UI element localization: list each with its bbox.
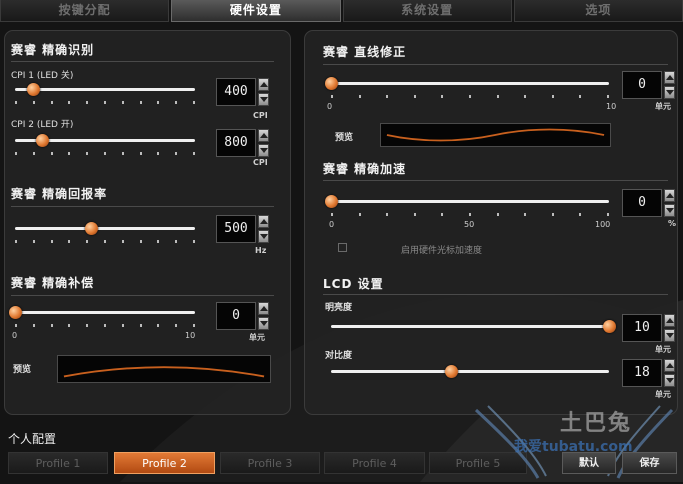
cpi1-down-arrow-icon[interactable]: [258, 93, 269, 106]
compensation-preview-label: 预览: [13, 365, 32, 375]
compensation-value[interactable]: 0: [216, 302, 256, 330]
contrast-value[interactable]: 18: [622, 359, 662, 387]
report-rate-unit: Hz: [255, 246, 267, 255]
straightening-section-title: 赛睿 直线修正: [323, 45, 407, 59]
brightness-value[interactable]: 10: [622, 314, 662, 342]
report-rate-section-title: 赛睿 精确回报率: [11, 187, 108, 201]
acceleration-value[interactable]: 0: [622, 189, 662, 217]
contrast-label: 对比度: [325, 351, 353, 361]
divider: [11, 61, 274, 62]
compensation-min: 0: [12, 331, 18, 340]
report-rate-down-arrow-icon[interactable]: [258, 230, 269, 243]
profile-3-button[interactable]: Profile 3: [220, 452, 320, 474]
cpi1-slider-knob[interactable]: [27, 83, 40, 96]
acceleration-slider-knob[interactable]: [325, 195, 338, 208]
acceleration-unit: %: [668, 219, 677, 228]
acceleration-section-title: 赛睿 精确加速: [323, 162, 407, 176]
divider: [323, 294, 668, 295]
cpi1-slider[interactable]: [15, 82, 195, 104]
divider: [323, 180, 668, 181]
acceleration-down-arrow-icon[interactable]: [664, 204, 675, 217]
tab-system-settings[interactable]: 系统设置: [342, 0, 512, 22]
profile-1-button[interactable]: Profile 1: [8, 452, 108, 474]
contrast-up-arrow-icon[interactable]: [664, 359, 675, 372]
default-button[interactable]: 默认: [562, 452, 616, 474]
tab-hardware-settings[interactable]: 硬件设置: [171, 0, 341, 22]
acceleration-up-arrow-icon[interactable]: [664, 189, 675, 202]
straightening-max: 10: [606, 102, 617, 111]
compensation-up-arrow-icon[interactable]: [258, 302, 269, 315]
watermark-cn-name: 土巴兔: [560, 411, 633, 436]
tab-bar: 按键分配 硬件设置 系统设置 选项: [0, 0, 683, 22]
compensation-down-arrow-icon[interactable]: [258, 317, 269, 330]
cpi1-value[interactable]: 400: [216, 78, 256, 106]
report-rate-value[interactable]: 500: [216, 215, 256, 243]
brightness-down-arrow-icon[interactable]: [664, 329, 675, 342]
straightening-down-arrow-icon[interactable]: [664, 86, 675, 99]
lcd-section-title: LCD 设置: [323, 277, 384, 291]
divider: [323, 64, 668, 65]
cpi2-up-arrow-icon[interactable]: [258, 129, 269, 142]
report-rate-slider-knob[interactable]: [84, 222, 98, 235]
compensation-preview-graph: [57, 355, 271, 383]
profile-4-button[interactable]: Profile 4: [324, 452, 425, 474]
contrast-slider-knob[interactable]: [444, 365, 458, 378]
cpi2-slider[interactable]: [15, 133, 195, 155]
right-panel: 赛睿 直线修正 0 10 0 单元 预览 赛睿 精确加速 0 50 100 0 …: [304, 30, 678, 415]
straightening-preview-label: 预览: [335, 133, 354, 143]
divider: [11, 206, 274, 207]
contrast-slider[interactable]: [331, 364, 609, 380]
straightening-up-arrow-icon[interactable]: [664, 71, 675, 84]
cpi2-slider-knob[interactable]: [36, 134, 49, 147]
acceleration-min: 0: [329, 220, 335, 229]
cpi2-value[interactable]: 800: [216, 129, 256, 157]
profiles-label: 个人配置: [8, 432, 57, 446]
cpi2-label: CPI 2 (LED 开): [11, 120, 74, 130]
brightness-unit: 单元: [655, 345, 671, 354]
tab-options[interactable]: 选项: [513, 0, 683, 22]
tab-key-assignment[interactable]: 按键分配: [0, 0, 170, 22]
acceleration-max: 100: [595, 220, 611, 229]
acceleration-slider[interactable]: [325, 194, 609, 216]
straightening-unit: 单元: [655, 102, 671, 111]
cpi2-down-arrow-icon[interactable]: [258, 144, 269, 157]
left-panel: 赛睿 精确识别 CPI 1 (LED 关) 400 CPI CPI 2 (LED…: [4, 30, 291, 415]
compensation-unit: 单元: [249, 333, 265, 342]
brightness-label: 明亮度: [325, 303, 353, 313]
report-rate-up-arrow-icon[interactable]: [258, 215, 269, 228]
acceleration-mid: 50: [464, 220, 475, 229]
brightness-slider-knob[interactable]: [603, 320, 616, 333]
report-rate-slider[interactable]: [15, 221, 195, 243]
hw-acceleration-label: 启用硬件光标加速度: [401, 246, 483, 256]
profile-2-button[interactable]: Profile 2: [114, 452, 215, 474]
straightening-value[interactable]: 0: [622, 71, 662, 99]
save-button[interactable]: 保存: [622, 452, 677, 474]
contrast-unit: 单元: [655, 390, 671, 399]
brightness-up-arrow-icon[interactable]: [664, 314, 675, 327]
cpi2-unit: CPI: [253, 158, 268, 167]
contrast-down-arrow-icon[interactable]: [664, 374, 675, 387]
cpi1-up-arrow-icon[interactable]: [258, 78, 269, 91]
cpi-section-title: 赛睿 精确识别: [11, 43, 95, 57]
hw-acceleration-checkbox[interactable]: [338, 243, 347, 252]
straightening-preview-graph: [380, 123, 611, 147]
cpi1-unit: CPI: [253, 111, 268, 120]
straightening-min: 0: [327, 102, 333, 111]
compensation-slider[interactable]: [9, 305, 195, 327]
compensation-max: 10: [185, 331, 196, 340]
compensation-section-title: 赛睿 精确补偿: [11, 276, 95, 290]
compensation-slider-knob[interactable]: [9, 306, 22, 319]
brightness-slider[interactable]: [331, 319, 616, 335]
cpi1-label: CPI 1 (LED 关): [11, 71, 74, 81]
divider: [11, 295, 274, 296]
straightening-slider-knob[interactable]: [325, 77, 338, 90]
straightening-slider[interactable]: [325, 76, 609, 98]
